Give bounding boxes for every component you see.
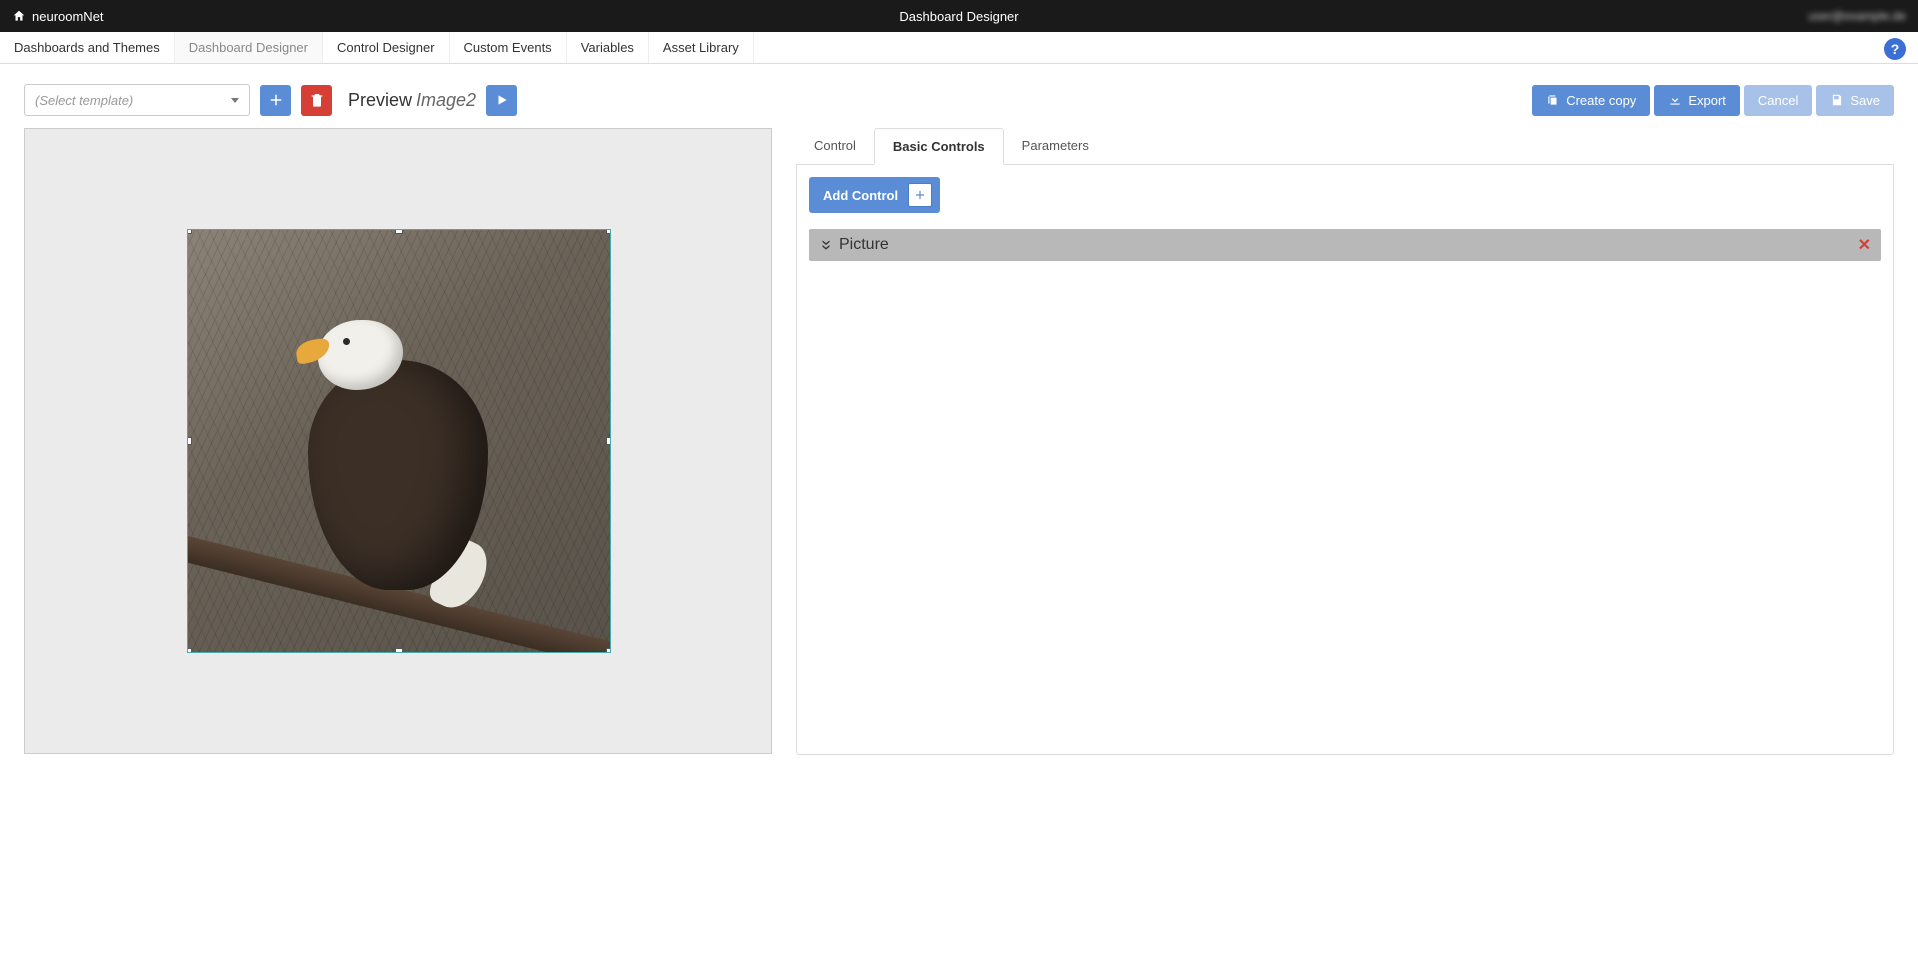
nav-tabs: Dashboards and Themes Dashboard Designer… [0, 32, 1918, 64]
template-select-placeholder: (Select template) [35, 93, 133, 108]
inspector-tab-parameters[interactable]: Parameters [1004, 128, 1107, 164]
inspector-panel: Control Basic Controls Parameters Add Co… [796, 128, 1894, 755]
resize-handle-sw[interactable] [187, 648, 192, 653]
create-copy-button[interactable]: Create copy [1532, 85, 1650, 116]
navtab-variables[interactable]: Variables [567, 32, 649, 63]
resize-handle-w[interactable] [187, 437, 192, 445]
workspace: Control Basic Controls Parameters Add Co… [0, 128, 1918, 771]
inspector-body: Add Control Picture ✕ [796, 165, 1894, 755]
add-button[interactable] [260, 85, 291, 116]
navtab-custom-events[interactable]: Custom Events [450, 32, 567, 63]
inspector-tab-control[interactable]: Control [796, 128, 874, 164]
control-row-label: Picture [839, 236, 889, 254]
user-info[interactable]: user@example.de [1808, 9, 1906, 23]
brand-name[interactable]: neuroomNet [32, 9, 104, 24]
preview-label: Preview Image2 [348, 90, 476, 111]
control-row-picture[interactable]: Picture ✕ [809, 229, 1881, 261]
copy-icon [1546, 93, 1560, 107]
topbar: neuroomNet Dashboard Designer user@examp… [0, 0, 1918, 32]
preview-item-name: Image2 [416, 90, 476, 111]
resize-handle-se[interactable] [606, 648, 611, 653]
chevron-down-icon [231, 98, 239, 103]
navtab-dashboards-themes[interactable]: Dashboards and Themes [0, 32, 175, 63]
inspector-tab-basic-controls[interactable]: Basic Controls [874, 128, 1004, 165]
help-icon[interactable]: ? [1884, 38, 1906, 60]
image-eagle-eye [343, 338, 350, 345]
delete-button[interactable] [301, 85, 332, 116]
cancel-button[interactable]: Cancel [1744, 85, 1812, 116]
navtab-asset-library[interactable]: Asset Library [649, 32, 754, 63]
resize-handle-n[interactable] [395, 229, 403, 234]
save-icon [1830, 93, 1844, 107]
resize-handle-nw[interactable] [187, 229, 192, 234]
home-icon[interactable] [12, 9, 26, 23]
canvas-image-selected[interactable] [187, 229, 611, 653]
export-button[interactable]: Export [1654, 85, 1740, 116]
download-icon [1668, 93, 1682, 107]
navtab-control-designer[interactable]: Control Designer [323, 32, 450, 63]
save-button[interactable]: Save [1816, 85, 1894, 116]
plus-icon [908, 183, 932, 207]
navtab-dashboard-designer[interactable]: Dashboard Designer [175, 32, 323, 63]
design-canvas[interactable] [24, 128, 772, 754]
inspector-tabs: Control Basic Controls Parameters [796, 128, 1894, 165]
resize-handle-s[interactable] [395, 648, 403, 653]
remove-control-button[interactable]: ✕ [1858, 235, 1871, 255]
template-select[interactable]: (Select template) [24, 84, 250, 116]
add-control-button[interactable]: Add Control [809, 177, 940, 213]
resize-handle-e[interactable] [606, 437, 611, 445]
resize-handle-ne[interactable] [606, 229, 611, 234]
play-preview-button[interactable] [486, 85, 517, 116]
toolbar: (Select template) Preview Image2 Create … [0, 64, 1918, 128]
page-title: Dashboard Designer [899, 9, 1018, 24]
expand-icon[interactable] [819, 238, 833, 252]
